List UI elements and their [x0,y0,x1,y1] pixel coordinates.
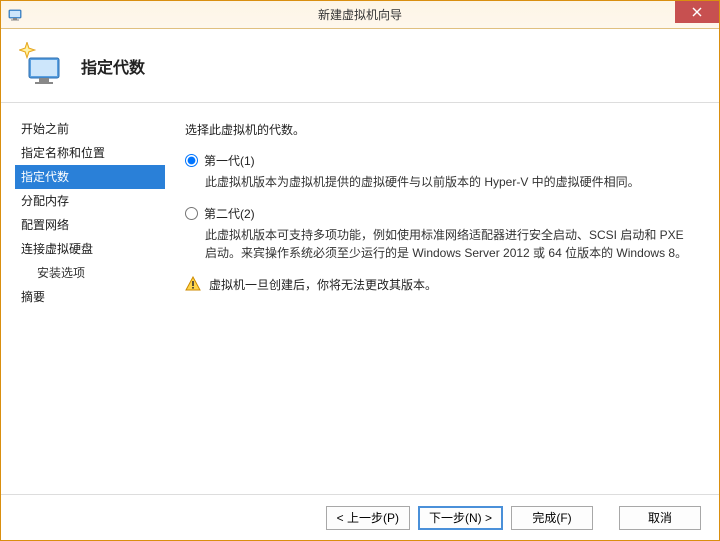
intro-text: 选择此虚拟机的代数。 [185,121,699,138]
nav-item-generation[interactable]: 指定代数 [15,165,165,189]
warning-icon [185,276,201,292]
wizard-footer: < 上一步(P) 下一步(N) > 完成(F) 取消 [1,494,719,540]
close-button[interactable] [675,1,719,23]
radio-gen1-label: 第一代(1) [204,152,255,169]
prev-button[interactable]: < 上一步(P) [326,506,410,530]
nav-item-summary[interactable]: 摘要 [15,285,165,309]
wizard-nav: 开始之前 指定名称和位置 指定代数 分配内存 配置网络 连接虚拟硬盘 安装选项 … [1,103,171,494]
option-gen2[interactable]: 第二代(2) [185,205,699,222]
nav-item-network[interactable]: 配置网络 [15,213,165,237]
wizard-header: 指定代数 [1,29,719,103]
wizard-main: 选择此虚拟机的代数。 第一代(1) 此虚拟机版本为虚拟机提供的虚拟硬件与以前版本… [171,103,719,494]
warning-text: 虚拟机一旦创建后，你将无法更改其版本。 [209,276,437,294]
finish-button[interactable]: 完成(F) [511,506,593,530]
nav-item-memory[interactable]: 分配内存 [15,189,165,213]
option-gen1-desc: 此虚拟机版本为虚拟机提供的虚拟硬件与以前版本的 Hyper-V 中的虚拟硬件相同… [205,173,699,191]
nav-item-vhd[interactable]: 连接虚拟硬盘 [15,237,165,261]
warning-row: 虚拟机一旦创建后，你将无法更改其版本。 [185,276,699,294]
nav-item-name-location[interactable]: 指定名称和位置 [15,141,165,165]
wizard-content: 开始之前 指定名称和位置 指定代数 分配内存 配置网络 连接虚拟硬盘 安装选项 … [1,103,719,494]
nav-subitem-install-options[interactable]: 安装选项 [15,261,165,285]
radio-gen1[interactable] [185,154,198,167]
window-title: 新建虚拟机向导 [1,6,719,23]
next-button[interactable]: 下一步(N) > [418,506,503,530]
radio-gen2-label: 第二代(2) [204,205,255,222]
titlebar: 新建虚拟机向导 [1,1,719,29]
option-gen2-desc: 此虚拟机版本可支持多项功能，例如使用标准网络适配器进行安全启动、SCSI 启动和… [205,226,699,262]
nav-item-before-you-begin[interactable]: 开始之前 [15,117,165,141]
radio-gen2[interactable] [185,207,198,220]
page-heading: 指定代数 [81,54,145,78]
wizard-icon [19,42,67,90]
app-icon [7,7,23,23]
cancel-button[interactable]: 取消 [619,506,701,530]
option-gen1[interactable]: 第一代(1) [185,152,699,169]
